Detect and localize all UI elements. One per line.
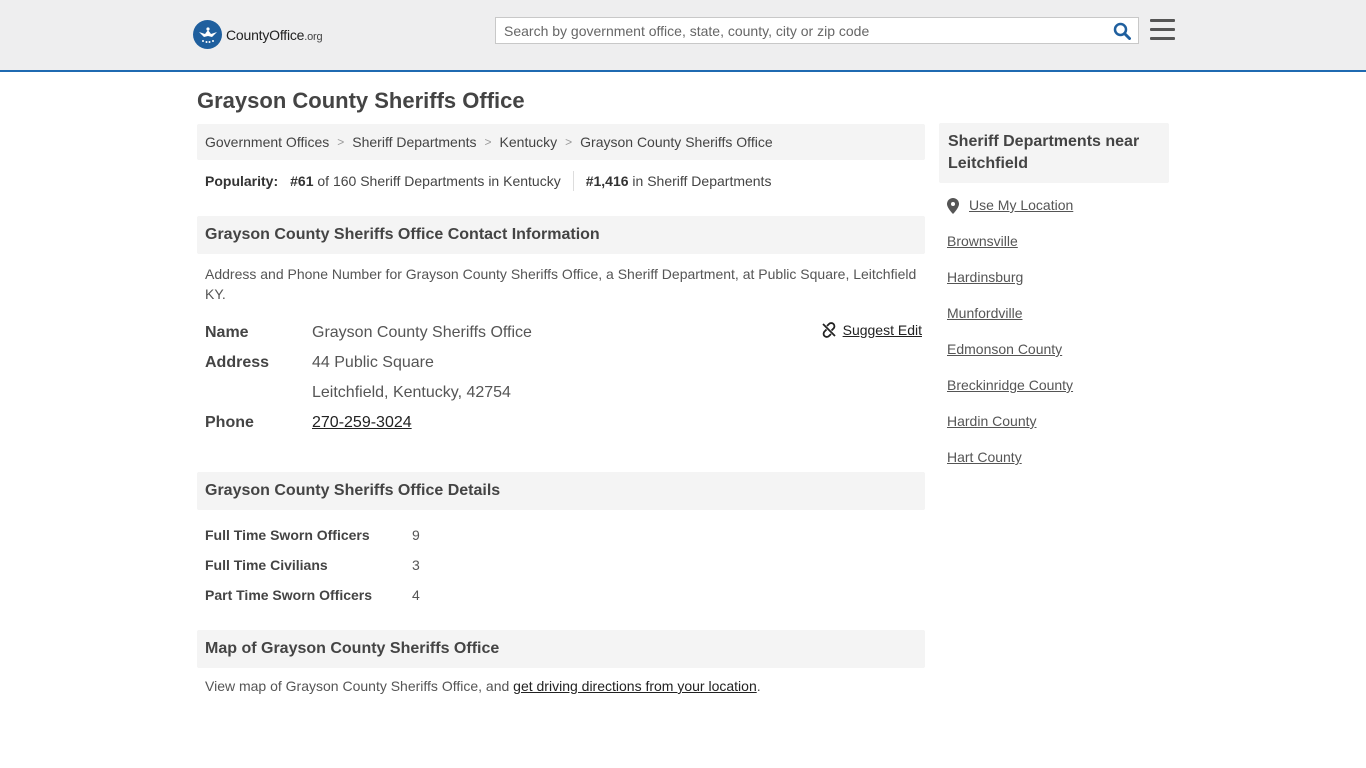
map-heading: Map of Grayson County Sheriffs Office (197, 630, 925, 668)
contact-description: Address and Phone Number for Grayson Cou… (205, 266, 917, 302)
address-line2: Leitchfield, Kentucky, 42754 (312, 384, 511, 401)
nearby-link-munfordville[interactable]: Munfordville (947, 305, 1022, 321)
eagle-seal-icon (193, 20, 222, 49)
suggest-edit-label: Suggest Edit (842, 322, 922, 338)
logo-wordmark: CountyOffice.org (226, 26, 323, 43)
nearby-link-hardin-county[interactable]: Hardin County (947, 413, 1037, 429)
state-rank-text: of 160 Sheriff Departments in Kentucky (317, 173, 561, 189)
search-bar (495, 17, 1139, 44)
name-value: Grayson County Sheriffs Office (312, 324, 532, 341)
list-item: Munfordville (939, 305, 1169, 341)
nearby-link-hart-county[interactable]: Hart County (947, 449, 1022, 465)
map-text: View map of Grayson County Sheriffs Offi… (205, 678, 514, 694)
site-logo[interactable]: CountyOffice.org (193, 20, 323, 49)
contact-row-address-2: Leitchfield, Kentucky, 42754 (197, 378, 925, 408)
details-heading: Grayson County Sheriffs Office Details (197, 472, 925, 510)
nearby-link-edmonson-county[interactable]: Edmonson County (947, 341, 1062, 357)
popularity-bar: Popularity: #61 of 160 Sheriff Departmen… (197, 160, 925, 202)
details-table: Full Time Sworn Officers 9 Full Time Civ… (197, 520, 925, 610)
list-item: Hardinsburg (939, 269, 1169, 305)
nearby-list: Use My Location Brownsville Hardinsburg … (939, 197, 1169, 485)
national-rank-text: in Sheriff Departments (632, 173, 772, 189)
breadcrumb-separator: > (565, 135, 573, 149)
page-title: Grayson County Sheriffs Office (197, 88, 525, 113)
phone-link[interactable]: 270-259-3024 (312, 414, 412, 431)
nearby-link-hardinsburg[interactable]: Hardinsburg (947, 269, 1023, 285)
list-item: Edmonson County (939, 341, 1169, 377)
map-text-end: . (756, 678, 761, 694)
contact-row-address: Address 44 Public Square (197, 348, 925, 378)
list-item: Hart County (939, 449, 1169, 485)
popularity-divider (572, 171, 574, 191)
name-label: Name (205, 324, 249, 341)
national-rank: #1,416 (585, 173, 629, 189)
main-content: Government Offices > Sheriff Departments… (197, 124, 925, 694)
search-input[interactable] (496, 18, 1106, 43)
popularity-label: Popularity: (205, 173, 279, 189)
list-item: Brownsville (939, 233, 1169, 269)
details-value: 9 (412, 527, 420, 543)
details-label: Full Time Sworn Officers (205, 527, 370, 543)
address-label: Address (205, 354, 270, 371)
breadcrumb-separator: > (337, 135, 345, 149)
breadcrumb-sheriff-departments[interactable]: Sheriff Departments (352, 134, 476, 150)
state-rank: #61 (290, 173, 314, 189)
hamburger-menu-icon[interactable] (1150, 19, 1175, 41)
search-button[interactable] (1106, 18, 1138, 43)
details-row: Full Time Civilians 3 (197, 550, 925, 580)
map-description: View map of Grayson County Sheriffs Offi… (197, 668, 925, 694)
contact-row-phone: Phone 270-259-3024 (197, 408, 925, 438)
breadcrumb-current: Grayson County Sheriffs Office (580, 134, 773, 150)
details-row: Full Time Sworn Officers 9 (197, 520, 925, 550)
details-value: 4 (412, 587, 420, 603)
details-value: 3 (412, 557, 420, 573)
search-icon (1113, 22, 1131, 40)
details-row: Part Time Sworn Officers 4 (197, 580, 925, 610)
details-label: Full Time Civilians (205, 557, 328, 573)
contact-heading: Grayson County Sheriffs Office Contact I… (197, 216, 925, 254)
contact-info: Suggest Edit Name Grayson County Sheriff… (197, 318, 925, 438)
driving-directions-link[interactable]: get driving directions from your locatio… (513, 678, 757, 694)
suggest-edit-link[interactable]: Suggest Edit (821, 322, 922, 338)
list-item: Breckinridge County (939, 377, 1169, 413)
map-pin-icon (947, 198, 959, 217)
broken-link-icon (821, 322, 837, 338)
contact-row-name: Name Grayson County Sheriffs Office (197, 318, 925, 348)
details-label: Part Time Sworn Officers (205, 587, 373, 603)
address-line1: 44 Public Square (312, 354, 434, 371)
sidebar-heading: Sheriff Departments near Leitchfield (939, 123, 1169, 183)
phone-label: Phone (205, 414, 254, 431)
nearby-link-breckinridge-county[interactable]: Breckinridge County (947, 377, 1073, 393)
sidebar: Sheriff Departments near Leitchfield Use… (939, 123, 1169, 485)
breadcrumb-separator: > (484, 135, 492, 149)
breadcrumb-kentucky[interactable]: Kentucky (500, 134, 558, 150)
breadcrumb: Government Offices > Sheriff Departments… (197, 124, 925, 160)
site-header: CountyOffice.org (0, 0, 1366, 72)
use-my-location-link[interactable]: Use My Location (969, 197, 1073, 213)
nearby-link-brownsville[interactable]: Brownsville (947, 233, 1018, 249)
use-location-item: Use My Location (939, 197, 1169, 233)
breadcrumb-government-offices[interactable]: Government Offices (205, 134, 329, 150)
list-item: Hardin County (939, 413, 1169, 449)
